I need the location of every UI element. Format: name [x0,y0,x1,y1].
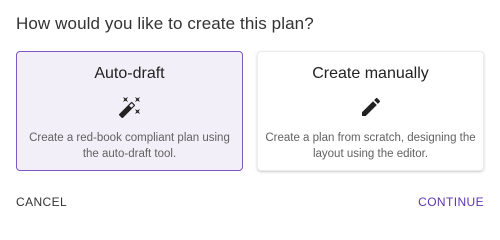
continue-button[interactable]: CONTINUE [418,193,484,211]
pencil-icon [359,95,383,119]
create-manually-description: Create a plan from scratch, designing th… [265,132,476,160]
create-manually-title: Create manually [312,65,429,82]
create-plan-dialog: How would you like to create this plan? … [0,0,500,227]
auto-draft-description: Create a red-book compliant plan using t… [29,132,230,160]
dialog-actions: CANCEL CONTINUE [16,193,484,211]
plan-creation-options: Auto-draft Create a red-book compliant p… [16,51,485,171]
auto-draft-title: Auto-draft [94,65,165,82]
magic-wand-icon [118,95,142,119]
auto-draft-option-card[interactable]: Auto-draft Create a red-book compliant p… [16,51,243,171]
create-manually-option-card[interactable]: Create manually Create a plan from scrat… [257,51,484,171]
cancel-button[interactable]: CANCEL [16,193,67,211]
dialog-title: How would you like to create this plan? [16,14,314,33]
